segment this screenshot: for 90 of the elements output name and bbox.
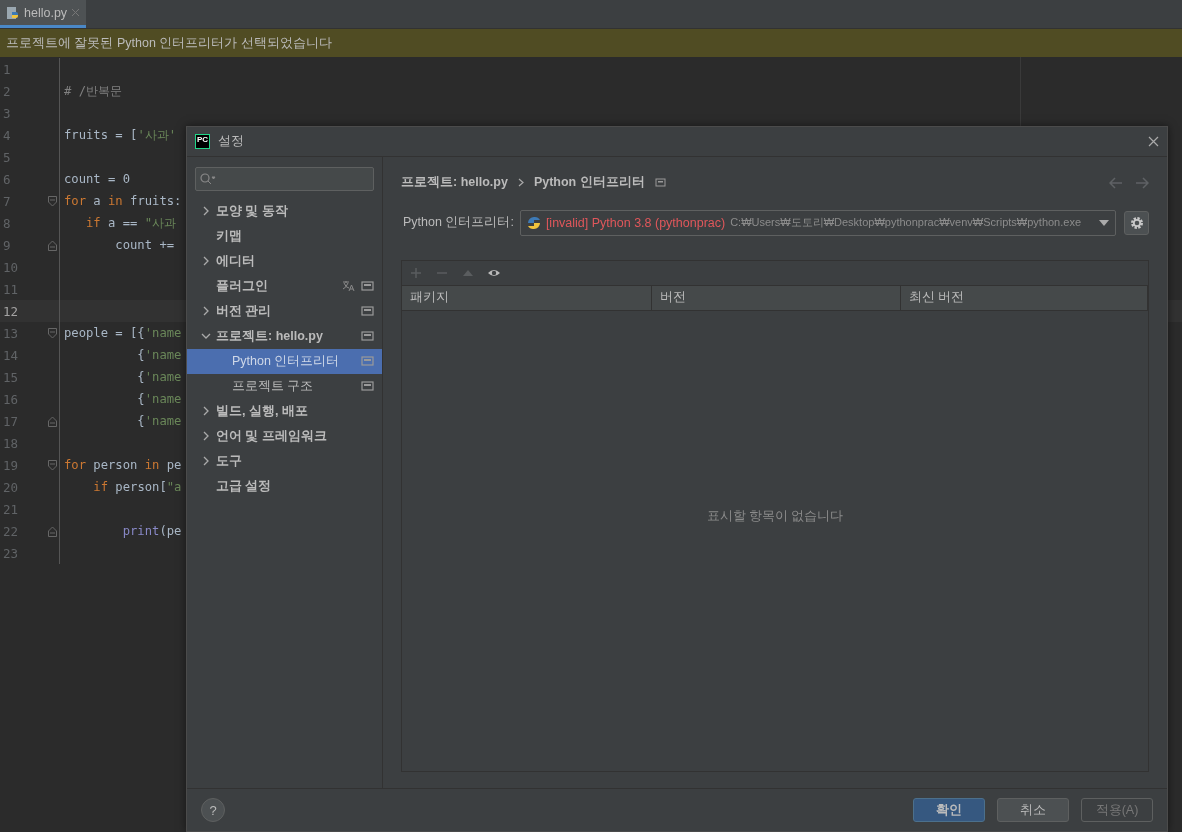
settings-icon — [1129, 215, 1144, 230]
settings-tree-item[interactable]: 모양 및 동작 — [187, 198, 382, 224]
chevron-right-icon[interactable] — [201, 456, 211, 467]
code-line: for person in pe — [63, 458, 182, 472]
code-line: # /반복문 — [63, 82, 122, 100]
line-number: 21 — [2, 501, 20, 517]
line-number: 4 — [2, 127, 12, 143]
line-number: 17 — [2, 413, 20, 429]
breadcrumb-item: 프로젝트: hello.py — [401, 174, 508, 192]
code-line: fruits = ['사과' — [63, 126, 177, 144]
settings-tree-item[interactable]: 플러그인 — [187, 273, 382, 299]
interpreter-path: C:₩Users₩도토리₩Desktop₩pythonprac₩venv₩Scripts₩python.exe — [730, 215, 1083, 231]
code-line: {'name — [136, 348, 182, 362]
dropdown-caret-icon — [1099, 219, 1109, 226]
line-number: 1 — [2, 61, 12, 77]
fold-icon[interactable] — [48, 327, 57, 339]
line-number: 18 — [2, 435, 20, 451]
fold-icon[interactable] — [48, 239, 57, 251]
line-number: 8 — [2, 215, 12, 231]
dialog-button[interactable]: 확인 — [913, 798, 985, 823]
line-number: 11 — [2, 281, 20, 297]
line-number: 13 — [2, 325, 20, 341]
file-tab[interactable]: hello.py — [0, 0, 87, 28]
fold-icon[interactable] — [48, 525, 57, 537]
code-line: if person["a — [92, 480, 182, 494]
code-line: if a == "사과 — [85, 214, 177, 232]
search-icon — [200, 172, 216, 185]
search-field[interactable] — [195, 166, 374, 191]
code-line: count = 0 — [63, 172, 131, 186]
warning-banner: 프로젝트에 잘못된 Python 인터프리터가 선택되었습니다 — [0, 29, 1182, 57]
back-arrow-icon[interactable] — [1109, 176, 1123, 189]
column-header[interactable]: 버전 — [652, 285, 901, 310]
chevron-right-icon[interactable] — [201, 406, 211, 417]
settings-tree-item[interactable]: Python 인터프리터 — [187, 348, 382, 374]
settings-button[interactable] — [1124, 210, 1149, 235]
python-file-icon — [6, 5, 20, 20]
line-number: 16 — [2, 391, 20, 407]
line-number: 20 — [2, 479, 20, 495]
dialog-button[interactable]: 취소 — [997, 798, 1069, 823]
python-logo-icon — [526, 215, 541, 230]
settings-tree-item[interactable]: 프로젝트 구조 — [187, 373, 382, 399]
forward-arrow-icon[interactable] — [1135, 176, 1149, 189]
app-logo: PC — [195, 133, 210, 149]
chevron-right-icon[interactable] — [201, 306, 211, 317]
chevron-right-icon[interactable] — [201, 256, 211, 267]
code-line: {'name — [136, 414, 182, 428]
interpreter-name: [invalid] Python 3.8 (pythonprac) — [545, 215, 726, 230]
line-number: 7 — [2, 193, 12, 209]
settings-tree-item[interactable]: 도구 — [187, 448, 382, 474]
settings-tree-item[interactable]: 에디터 — [187, 248, 382, 274]
code-line: {'name — [136, 370, 182, 384]
settings-tree-item[interactable]: 언어 및 프레임워크 — [187, 423, 382, 449]
chevron-right-icon[interactable] — [201, 206, 211, 217]
line-number: 19 — [2, 457, 20, 473]
project-scope-icon — [654, 178, 666, 188]
column-header[interactable]: 최신 버전 — [901, 285, 1148, 310]
settings-tree-item[interactable]: 빌드, 실행, 배포 — [187, 398, 382, 424]
code-line: count += — [114, 238, 175, 252]
line-number: 3 — [2, 105, 12, 121]
line-number: 22 — [2, 523, 20, 539]
line-number: 5 — [2, 149, 12, 165]
line-number: 12 — [2, 303, 20, 319]
line-number: 9 — [2, 237, 12, 253]
settings-tree-item[interactable]: 키맵 — [187, 223, 382, 249]
line-number: 15 — [2, 369, 20, 385]
line-number: 23 — [2, 545, 20, 561]
dialog-title: 설정 — [218, 132, 245, 151]
close-icon[interactable] — [1148, 135, 1159, 147]
code-line: people = [{'name — [63, 326, 182, 340]
code-line: print(pe — [121, 524, 182, 538]
fold-icon[interactable] — [48, 195, 57, 207]
line-number: 2 — [2, 83, 12, 99]
interpreter-label: Python 인터프리터: — [403, 214, 514, 232]
empty-message: 표시할 항목이 없습니다 — [706, 507, 844, 525]
line-number: 14 — [2, 347, 20, 363]
column-header[interactable]: 패키지 — [402, 285, 652, 310]
interpreter-dropdown[interactable]: [invalid] Python 3.8 (pythonprac) C:₩Users₩도토리₩Desktop₩pythonprac₩venv₩Scripts₩python.exe — [519, 209, 1116, 236]
fold-icon[interactable] — [48, 415, 57, 427]
chevron-right-icon — [517, 178, 524, 188]
line-number: 10 — [2, 259, 20, 275]
settings-tree-item[interactable]: 고급 설정 — [187, 473, 382, 499]
fold-icon[interactable] — [48, 459, 57, 471]
code-line: {'name — [136, 392, 182, 406]
line-number: 6 — [2, 171, 12, 187]
settings-tree-item[interactable]: 프로젝트: hello.py — [187, 323, 382, 349]
code-line: for a in fruits: — [63, 194, 182, 208]
help-button[interactable]: ? — [201, 798, 225, 823]
chevron-right-icon[interactable] — [201, 431, 211, 442]
settings-tree-item[interactable]: 버전 관리 — [187, 298, 382, 324]
breadcrumb-item: Python 인터프리터 — [533, 174, 645, 192]
